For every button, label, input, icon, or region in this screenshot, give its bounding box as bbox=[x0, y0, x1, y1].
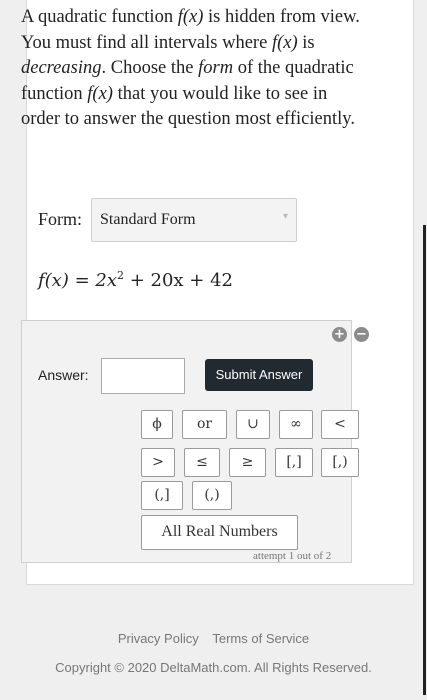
terms-of-service-link[interactable]: Terms of Service bbox=[212, 631, 309, 646]
key-empty-set[interactable]: ϕ bbox=[141, 410, 173, 439]
form-label: Form: bbox=[38, 209, 83, 229]
attempt-counter: attempt 1 out of 2 bbox=[253, 550, 332, 562]
privacy-policy-link[interactable]: Privacy Policy bbox=[118, 631, 199, 646]
key-closed-interval[interactable]: [,] bbox=[275, 448, 313, 477]
question-part: is bbox=[297, 32, 315, 53]
function-symbol: f(x) bbox=[177, 7, 204, 27]
question-part: A quadratic function bbox=[21, 7, 178, 27]
submit-answer-button[interactable]: Submit Answer bbox=[205, 359, 313, 391]
function-expression: f(x) = 2x2 + 20x + 42 bbox=[38, 269, 233, 291]
key-less-equal[interactable]: ≤ bbox=[184, 448, 220, 477]
function-exponent: 2 bbox=[117, 269, 124, 282]
plus-circle-icon[interactable]: + bbox=[332, 327, 347, 342]
function-lhs: f(x) = 2x bbox=[38, 270, 117, 291]
key-closed-open-interval[interactable]: [,) bbox=[321, 448, 359, 477]
key-infinity[interactable]: ∞ bbox=[279, 410, 313, 439]
key-open-closed-interval[interactable]: (,] bbox=[141, 481, 183, 510]
form-select[interactable]: Standard Form ▾ bbox=[91, 198, 297, 242]
scrollbar[interactable] bbox=[423, 225, 426, 695]
copyright-text: Copyright © 2020 DeltaMath.com. All Righ… bbox=[55, 660, 372, 675]
question-text: A quadratic function f(x) is hidden from… bbox=[21, 5, 361, 133]
key-all-real-numbers[interactable]: All Real Numbers bbox=[141, 515, 298, 550]
minus-circle-icon[interactable]: − bbox=[354, 327, 369, 342]
function-symbol: f(x) bbox=[87, 83, 113, 104]
form-select-value: Standard Form bbox=[100, 211, 196, 228]
function-symbol: f(x) bbox=[271, 32, 298, 53]
question-part: . Choose the bbox=[101, 58, 199, 79]
chevron-down-icon: ▾ bbox=[282, 211, 288, 222]
answer-input[interactable] bbox=[101, 358, 185, 394]
emphasis-decreasing: decreasing bbox=[21, 58, 102, 79]
function-rhs: + 20x + 42 bbox=[124, 270, 234, 291]
emphasis-form: form bbox=[198, 58, 234, 79]
answer-label: Answer: bbox=[38, 367, 89, 383]
key-open-interval[interactable]: (,) bbox=[192, 481, 232, 510]
footer-links: Privacy Policy Terms of Service bbox=[0, 631, 427, 646]
key-or[interactable]: or bbox=[182, 410, 227, 439]
key-less-than[interactable]: < bbox=[321, 410, 359, 439]
key-greater-equal[interactable]: ≥ bbox=[229, 448, 266, 477]
key-union[interactable]: ∪ bbox=[236, 410, 270, 439]
key-greater-than[interactable]: > bbox=[141, 448, 175, 477]
